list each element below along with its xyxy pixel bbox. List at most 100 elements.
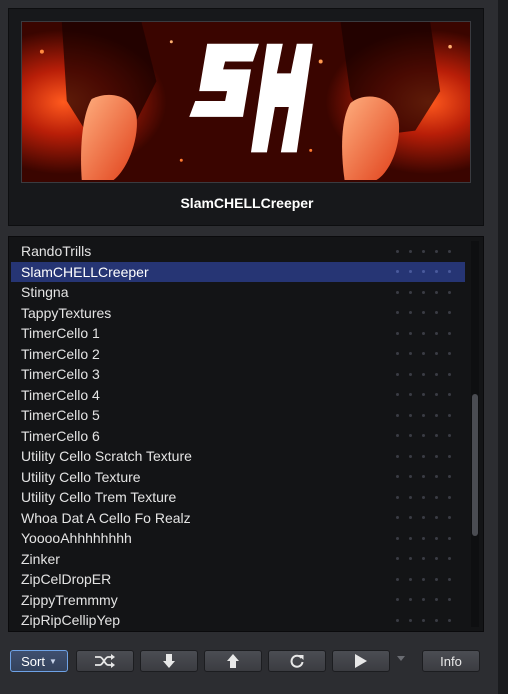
list-item[interactable]: TimerCello 1 — [11, 323, 465, 344]
rating-dot[interactable] — [448, 557, 451, 561]
rating-dot[interactable] — [435, 413, 438, 417]
list-item[interactable]: Utility Cello Texture — [11, 467, 465, 488]
rating-dot[interactable] — [435, 352, 438, 356]
list-item[interactable]: TimerCello 4 — [11, 385, 465, 406]
list-item[interactable]: Whoa Dat A Cello Fo Realz — [11, 508, 465, 529]
rating-dot[interactable] — [448, 618, 451, 622]
rating-dot[interactable] — [448, 372, 451, 376]
rating-dot[interactable] — [422, 413, 425, 417]
rating-dot[interactable] — [409, 475, 412, 479]
rating-dot[interactable] — [422, 557, 425, 561]
scrollbar-track[interactable] — [471, 241, 479, 627]
rating-dots[interactable] — [396, 303, 451, 324]
rating-dot[interactable] — [409, 454, 412, 458]
rating-dot[interactable] — [422, 270, 425, 274]
rating-dot[interactable] — [422, 536, 425, 540]
list-item[interactable]: TimerCello 2 — [11, 344, 465, 365]
rating-dots[interactable] — [396, 426, 451, 447]
rating-dot[interactable] — [409, 516, 412, 520]
rating-dot[interactable] — [435, 516, 438, 520]
rating-dot[interactable] — [422, 577, 425, 581]
rating-dot[interactable] — [435, 577, 438, 581]
rating-dot[interactable] — [448, 495, 451, 499]
rating-dot[interactable] — [396, 454, 399, 458]
rating-dots[interactable] — [396, 364, 451, 385]
rating-dot[interactable] — [422, 372, 425, 376]
rating-dot[interactable] — [448, 454, 451, 458]
list-item[interactable]: YooooAhhhhhhhh — [11, 528, 465, 549]
rating-dots[interactable] — [396, 446, 451, 467]
list-item[interactable]: TappyTextures — [11, 303, 465, 324]
rating-dot[interactable] — [435, 249, 438, 253]
rating-dot[interactable] — [435, 536, 438, 540]
rating-dot[interactable] — [448, 249, 451, 253]
rating-dot[interactable] — [435, 454, 438, 458]
rating-dot[interactable] — [409, 598, 412, 602]
rating-dot[interactable] — [422, 290, 425, 294]
rating-dot[interactable] — [435, 393, 438, 397]
rating-dot[interactable] — [422, 352, 425, 356]
rating-dots[interactable] — [396, 549, 451, 570]
rating-dot[interactable] — [396, 413, 399, 417]
shuffle-button[interactable] — [76, 650, 134, 672]
move-up-button[interactable] — [204, 650, 262, 672]
rating-dot[interactable] — [396, 393, 399, 397]
rating-dot[interactable] — [396, 434, 399, 438]
rating-dot[interactable] — [448, 311, 451, 315]
rating-dot[interactable] — [422, 516, 425, 520]
list-item[interactable]: TimerCello 6 — [11, 426, 465, 447]
rating-dot[interactable] — [409, 372, 412, 376]
rating-dot[interactable] — [396, 557, 399, 561]
rating-dot[interactable] — [396, 331, 399, 335]
rating-dot[interactable] — [396, 270, 399, 274]
rating-dots[interactable] — [396, 590, 451, 611]
rating-dot[interactable] — [435, 434, 438, 438]
rating-dot[interactable] — [396, 249, 399, 253]
rating-dots[interactable] — [396, 467, 451, 488]
rating-dot[interactable] — [435, 311, 438, 315]
rating-dot[interactable] — [409, 557, 412, 561]
rating-dot[interactable] — [422, 598, 425, 602]
sort-button[interactable]: Sort ▼ — [10, 650, 68, 672]
list-item[interactable]: ZipRipCellipYep — [11, 610, 465, 631]
rating-dots[interactable] — [396, 569, 451, 590]
rating-dot[interactable] — [396, 516, 399, 520]
list-item[interactable]: ZippyTremmmy — [11, 590, 465, 611]
rating-dot[interactable] — [409, 618, 412, 622]
info-button[interactable]: Info — [422, 650, 480, 672]
rating-dot[interactable] — [409, 393, 412, 397]
list-item[interactable]: SlamCHELLCreeper — [11, 261, 465, 282]
rating-dots[interactable] — [396, 610, 451, 631]
rating-dot[interactable] — [448, 536, 451, 540]
rating-dots[interactable] — [396, 344, 451, 365]
rating-dot[interactable] — [448, 393, 451, 397]
rating-dot[interactable] — [422, 311, 425, 315]
rating-dot[interactable] — [448, 475, 451, 479]
rating-dots[interactable] — [396, 282, 451, 303]
rating-dot[interactable] — [409, 290, 412, 294]
rating-dot[interactable] — [422, 618, 425, 622]
scrollbar-thumb[interactable] — [472, 394, 478, 536]
move-down-button[interactable] — [140, 650, 198, 672]
rating-dot[interactable] — [435, 495, 438, 499]
rating-dot[interactable] — [409, 434, 412, 438]
rating-dots[interactable] — [396, 405, 451, 426]
play-options-chevron-icon[interactable] — [397, 656, 405, 661]
rating-dot[interactable] — [422, 454, 425, 458]
rating-dot[interactable] — [435, 557, 438, 561]
rating-dot[interactable] — [409, 577, 412, 581]
rating-dot[interactable] — [409, 331, 412, 335]
rating-dot[interactable] — [435, 290, 438, 294]
rating-dot[interactable] — [435, 618, 438, 622]
rating-dot[interactable] — [409, 249, 412, 253]
rating-dot[interactable] — [448, 352, 451, 356]
rating-dot[interactable] — [409, 311, 412, 315]
list-item[interactable]: TimerCello 5 — [11, 405, 465, 426]
rating-dot[interactable] — [396, 290, 399, 294]
rating-dots[interactable] — [396, 385, 451, 406]
rating-dot[interactable] — [396, 311, 399, 315]
rating-dot[interactable] — [409, 495, 412, 499]
rating-dot[interactable] — [435, 270, 438, 274]
rating-dot[interactable] — [396, 495, 399, 499]
rating-dots[interactable] — [396, 487, 451, 508]
